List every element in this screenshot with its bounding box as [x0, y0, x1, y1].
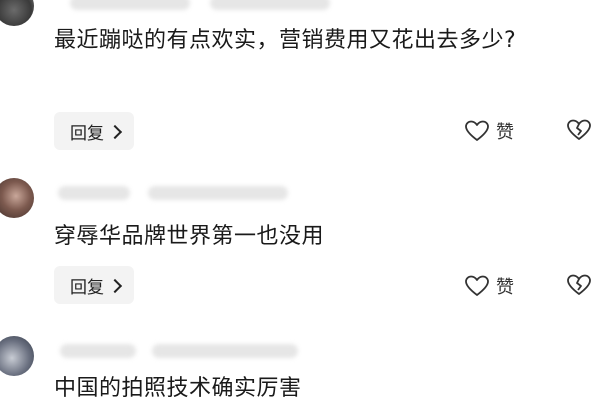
user-tag-blurred — [148, 186, 288, 200]
like-label: 赞 — [496, 122, 514, 143]
avatar[interactable] — [0, 336, 34, 376]
comment-text: 穿辱华品牌世界第一也没用 — [54, 224, 325, 249]
like-button[interactable]: 赞 — [464, 118, 514, 144]
chevron-right-icon — [107, 124, 123, 139]
reply-button[interactable]: 回复 — [54, 266, 134, 304]
comment-text: 中国的拍照技术确实厉害 — [54, 376, 302, 401]
user-tag-blurred — [210, 0, 330, 10]
reply-label: 回复 — [70, 277, 104, 298]
user-tag-blurred — [152, 344, 298, 358]
reply-button[interactable]: 回复 — [54, 112, 134, 150]
dislike-button[interactable] — [566, 273, 592, 301]
broken-heart-icon — [567, 119, 591, 140]
comment-text: 最近蹦哒的有点欢实，营销费用又花出去多少? — [54, 28, 517, 53]
username-blurred — [60, 344, 136, 358]
heart-icon — [465, 275, 489, 296]
dislike-button[interactable] — [566, 118, 592, 146]
chevron-right-icon — [107, 278, 123, 293]
like-button[interactable]: 赞 — [464, 273, 514, 299]
like-label: 赞 — [496, 277, 514, 298]
avatar[interactable] — [0, 0, 34, 26]
broken-heart-icon — [567, 274, 591, 295]
username-blurred — [58, 186, 130, 200]
username-blurred — [70, 0, 190, 10]
reply-label: 回复 — [70, 123, 104, 144]
avatar[interactable] — [0, 178, 34, 218]
comment-list: 最近蹦哒的有点欢实，营销费用又花出去多少? 回复 赞 穿辱华品牌世界第一也没用 … — [0, 0, 616, 410]
heart-icon — [465, 120, 489, 141]
